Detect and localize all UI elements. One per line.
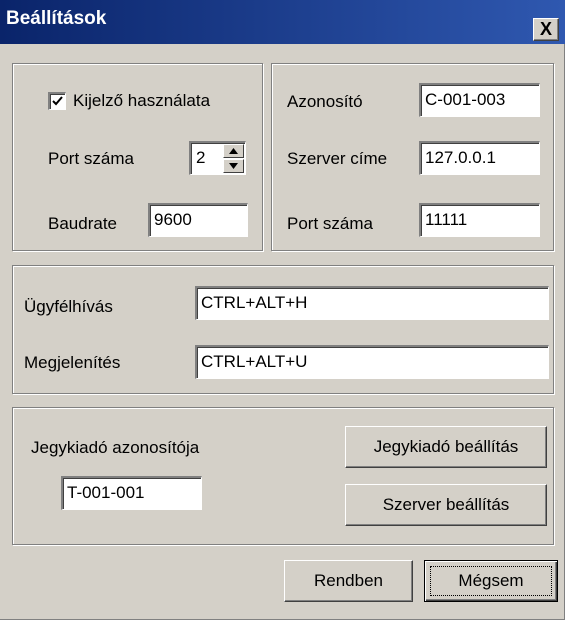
- ok-button[interactable]: Rendben: [284, 560, 413, 602]
- ticket-issuer-settings-button[interactable]: Jegykiadó beállítás: [345, 426, 547, 468]
- display-port-label: Port száma: [48, 149, 134, 168]
- server-address-label: Szerver címe: [287, 149, 388, 168]
- baudrate-label: Baudrate: [48, 214, 117, 233]
- window-title: Beállítások: [6, 8, 107, 29]
- close-button[interactable]: X: [533, 18, 559, 41]
- display-port-spinner[interactable]: 2: [189, 141, 246, 175]
- checkmark-icon: [52, 96, 63, 106]
- spinner-down-button[interactable]: [223, 159, 244, 173]
- identifier-label: Azonosító: [287, 92, 363, 111]
- settings-dialog: Beállítások X Kijelző használata Port sz…: [0, 0, 565, 620]
- close-icon: X: [539, 19, 552, 39]
- identifier-field[interactable]: C-001-003: [419, 83, 540, 117]
- server-port-field[interactable]: 11111: [419, 203, 540, 237]
- server-settings-button[interactable]: Szerver beállítás: [345, 484, 547, 526]
- spinner-buttons: [223, 144, 244, 173]
- server-address-field[interactable]: 127.0.0.1: [419, 141, 540, 175]
- use-display-checkbox[interactable]: [48, 92, 66, 110]
- customer-call-hotkey-field[interactable]: CTRL+ALT+H: [195, 286, 549, 320]
- title-bar[interactable]: Beállítások X: [0, 0, 565, 44]
- use-display-label[interactable]: Kijelző használata: [73, 91, 210, 111]
- server-port-label: Port száma: [287, 214, 373, 233]
- arrow-down-icon: [229, 163, 238, 169]
- ticket-issuer-id-label: Jegykiadó azonosítója: [31, 438, 200, 457]
- arrow-up-icon: [229, 148, 238, 154]
- ticket-issuer-id-field[interactable]: T-001-001: [61, 476, 202, 510]
- display-hotkey-field[interactable]: CTRL+ALT+U: [195, 345, 549, 379]
- display-port-value: 2: [196, 148, 206, 167]
- cancel-button[interactable]: Mégsem: [424, 560, 558, 602]
- cancel-button-label: Mégsem: [458, 571, 524, 590]
- customer-call-label: Ügyfélhívás: [24, 297, 113, 316]
- spinner-up-button[interactable]: [223, 144, 244, 158]
- display-hotkey-label: Megjelenítés: [24, 353, 121, 372]
- baudrate-field[interactable]: 9600: [148, 203, 248, 237]
